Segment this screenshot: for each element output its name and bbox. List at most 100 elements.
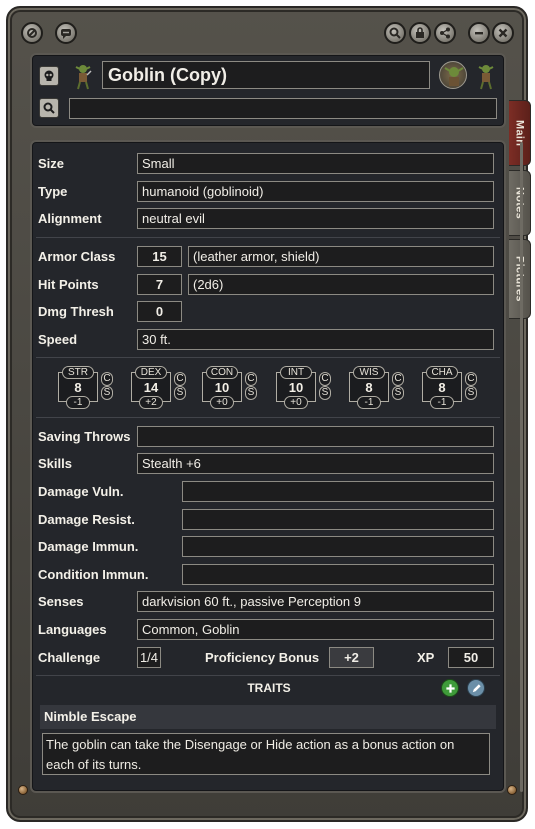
ability-modifier[interactable]: -1 [357,396,381,409]
size-label: Size [38,156,65,171]
goblin-token-icon [75,65,92,90]
challenge-field[interactable]: 1/4 [137,647,161,668]
divider [36,417,500,418]
ability-save-button[interactable]: S [174,386,186,400]
goblin-figure-icon [478,65,494,90]
ability-cha: CHA 8 -1 C S [422,366,477,409]
link-button[interactable] [21,22,43,44]
divider [36,237,500,238]
chat-button[interactable] [55,22,77,44]
ability-check-button[interactable]: C [465,372,477,386]
skills-label: Skills [38,456,72,471]
damage-vulnerabilities-field[interactable] [182,481,494,502]
ability-score[interactable]: 10 [276,380,316,395]
ability-save-button[interactable]: S [465,386,477,400]
size-field[interactable]: Small [137,153,494,174]
damage-vulnerabilities-label: Damage Vuln. [38,484,124,499]
hit-points-field[interactable]: 7 [137,274,182,295]
ability-save-button[interactable]: S [392,386,404,400]
ability-check-button[interactable]: C [392,372,404,386]
senses-label: Senses [38,594,84,609]
skills-field[interactable]: Stealth +6 [137,453,494,474]
search-button[interactable] [384,22,406,44]
type-label: Type [38,184,68,199]
ability-abbr: DEX [135,366,167,379]
armor-class-text-field[interactable]: (leather armor, shield) [188,246,494,267]
damage-immunities-label: Damage Immun. [38,539,139,554]
type-field[interactable]: humanoid (goblinoid) [137,181,494,202]
condition-immunities-label: Condition Immun. [38,567,149,582]
proficiency-bonus-field: +2 [329,647,374,668]
challenge-label: Challenge [38,650,101,665]
alignment-field[interactable]: neutral evil [137,208,494,229]
trait-name[interactable]: Nimble Escape [40,705,496,729]
languages-field[interactable]: Common, Goblin [137,619,494,640]
languages-label: Languages [38,622,107,637]
xp-field[interactable]: 50 [448,647,494,668]
armor-class-label: Armor Class [38,249,116,264]
ability-score[interactable]: 8 [58,380,98,395]
ability-check-button[interactable]: C [101,372,113,386]
close-button[interactable] [492,22,514,44]
traits-header: TRAITS [247,681,291,695]
add-trait-button[interactable] [441,679,459,697]
damage-resistances-field[interactable] [182,509,494,530]
magnifier-icon [43,102,55,114]
ability-score[interactable]: 8 [422,380,462,395]
ability-check-button[interactable]: C [319,372,331,386]
ability-check-button[interactable]: C [245,372,257,386]
ability-save-button[interactable]: S [245,386,257,400]
ability-modifier[interactable]: -1 [66,396,90,409]
proficiency-bonus-label: Proficiency Bonus [205,650,320,665]
npc-type-button[interactable] [39,66,59,86]
armor-class-field[interactable]: 15 [137,246,182,267]
token-portrait[interactable] [439,61,467,89]
npc-name-field[interactable]: Goblin (Copy) [102,61,430,89]
ability-score[interactable]: 10 [202,380,242,395]
scrollbar[interactable] [520,142,523,792]
damage-threshold-field[interactable]: 0 [137,301,182,322]
ability-abbr: WIS [353,366,385,379]
divider [36,675,500,676]
ability-save-button[interactable]: S [101,386,113,400]
identify-button[interactable] [39,98,59,118]
ability-score[interactable]: 8 [349,380,389,395]
ability-modifier[interactable]: -1 [430,396,454,409]
damage-resistances-label: Damage Resist. [38,512,135,527]
condition-immunities-field[interactable] [182,564,494,585]
corner-rivet [507,785,517,795]
damage-immunities-field[interactable] [182,536,494,557]
ability-modifier[interactable]: +0 [210,396,234,409]
share-icon [440,27,450,39]
minimize-icon [475,32,483,35]
lock-icon [416,27,424,38]
minimize-button[interactable] [468,22,490,44]
unidentified-name-field[interactable] [69,98,497,119]
chat-icon [61,29,71,39]
ability-modifier[interactable]: +0 [284,396,308,409]
ability-dex: DEX 14 +2 C S [131,366,186,409]
trait-description[interactable]: The goblin can take the Disengage or Hid… [42,733,490,775]
plus-icon [445,683,455,693]
ability-save-button[interactable]: S [319,386,331,400]
hit-points-label: Hit Points [38,277,99,292]
lock-button[interactable] [409,22,431,44]
divider [36,357,500,358]
speed-field[interactable]: 30 ft. [137,329,494,350]
ability-check-button[interactable]: C [174,372,186,386]
senses-field[interactable]: darkvision 60 ft., passive Perception 9 [137,591,494,612]
main-panel: Size Small Type humanoid (goblinoid) Ali… [30,140,506,793]
saving-throws-label: Saving Throws [38,429,131,444]
edit-traits-button[interactable] [467,679,485,697]
alignment-label: Alignment [38,211,102,226]
ability-int: INT 10 +0 C S [276,366,331,409]
ability-str: STR 8 -1 C S [58,366,113,409]
ability-score[interactable]: 14 [131,380,171,395]
close-icon [498,28,508,38]
ability-abbr: CHA [426,366,458,379]
ability-modifier[interactable]: +2 [139,396,163,409]
ability-wis: WIS 8 -1 C S [349,366,404,409]
hit-dice-field[interactable]: (2d6) [188,274,494,295]
saving-throws-field[interactable] [137,426,494,447]
share-button[interactable] [434,22,456,44]
